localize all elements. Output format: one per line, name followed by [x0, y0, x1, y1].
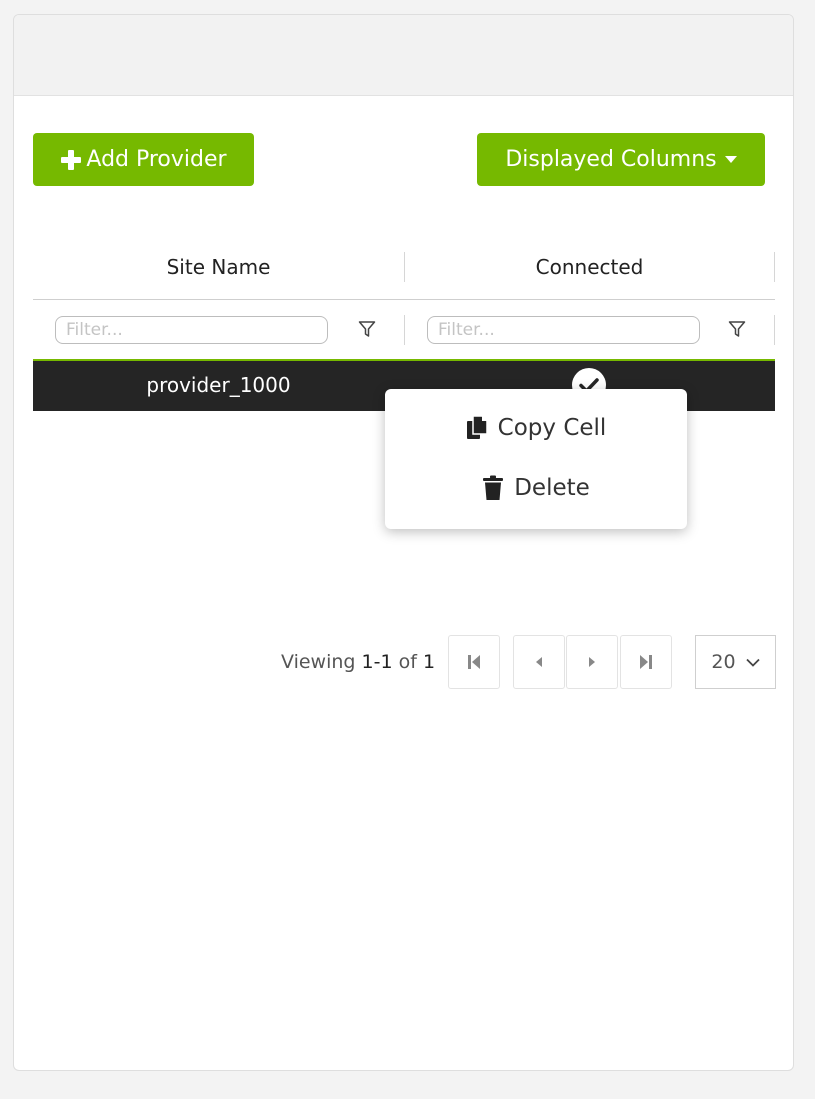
column-separator	[404, 315, 405, 345]
column-header-connected[interactable]: Connected	[405, 230, 774, 299]
page-size-value: 20	[711, 651, 736, 673]
copy-cell-label: Copy Cell	[497, 415, 607, 441]
delete-label: Delete	[514, 475, 590, 501]
first-page-icon	[468, 655, 480, 669]
column-separator[interactable]	[774, 252, 775, 282]
pagination-bar: Viewing 1-1 of 1 20	[14, 635, 793, 689]
pagination-summary: Viewing 1-1 of 1	[281, 635, 435, 689]
column-separator	[774, 315, 775, 345]
grid-header-row: Site Name Connected	[33, 230, 775, 300]
column-header-site-name[interactable]: Site Name	[33, 230, 404, 299]
copy-icon	[466, 415, 488, 439]
connected-filter-input[interactable]	[427, 316, 700, 344]
filter-icon[interactable]	[358, 320, 376, 338]
last-page-icon	[640, 655, 652, 669]
next-page-button[interactable]	[566, 635, 618, 689]
viewing-prefix: Viewing	[281, 651, 356, 673]
previous-page-icon	[536, 657, 542, 667]
next-page-icon	[589, 657, 595, 667]
plus-icon	[61, 149, 82, 170]
panel-header	[14, 15, 793, 96]
trash-icon	[483, 475, 504, 500]
add-provider-button[interactable]: Add Provider	[33, 133, 254, 186]
caret-down-icon	[724, 155, 737, 163]
displayed-columns-label: Displayed Columns	[505, 147, 717, 172]
viewing-range: 1-1	[361, 651, 393, 673]
add-provider-label: Add Provider	[86, 147, 227, 172]
first-page-button[interactable]	[448, 635, 500, 689]
filter-icon[interactable]	[728, 320, 746, 338]
previous-page-button[interactable]	[513, 635, 565, 689]
last-page-button[interactable]	[620, 635, 672, 689]
context-menu-delete[interactable]: Delete	[385, 463, 687, 513]
displayed-columns-button[interactable]: Displayed Columns	[477, 133, 765, 186]
grid-filter-row	[33, 300, 775, 359]
chevron-down-icon	[745, 658, 760, 667]
providers-panel: Add Provider Displayed Columns Site Name…	[13, 14, 794, 1071]
site-name-cell[interactable]: provider_1000	[33, 361, 404, 411]
viewing-total: 1	[423, 651, 436, 673]
context-menu: Copy Cell Delete	[385, 389, 687, 529]
viewing-of: of	[398, 651, 417, 673]
page-size-select[interactable]: 20	[695, 635, 776, 689]
providers-grid: Site Name Connected provider_1000	[33, 230, 775, 411]
context-menu-copy-cell[interactable]: Copy Cell	[385, 403, 687, 453]
site-name-filter-input[interactable]	[55, 316, 328, 344]
